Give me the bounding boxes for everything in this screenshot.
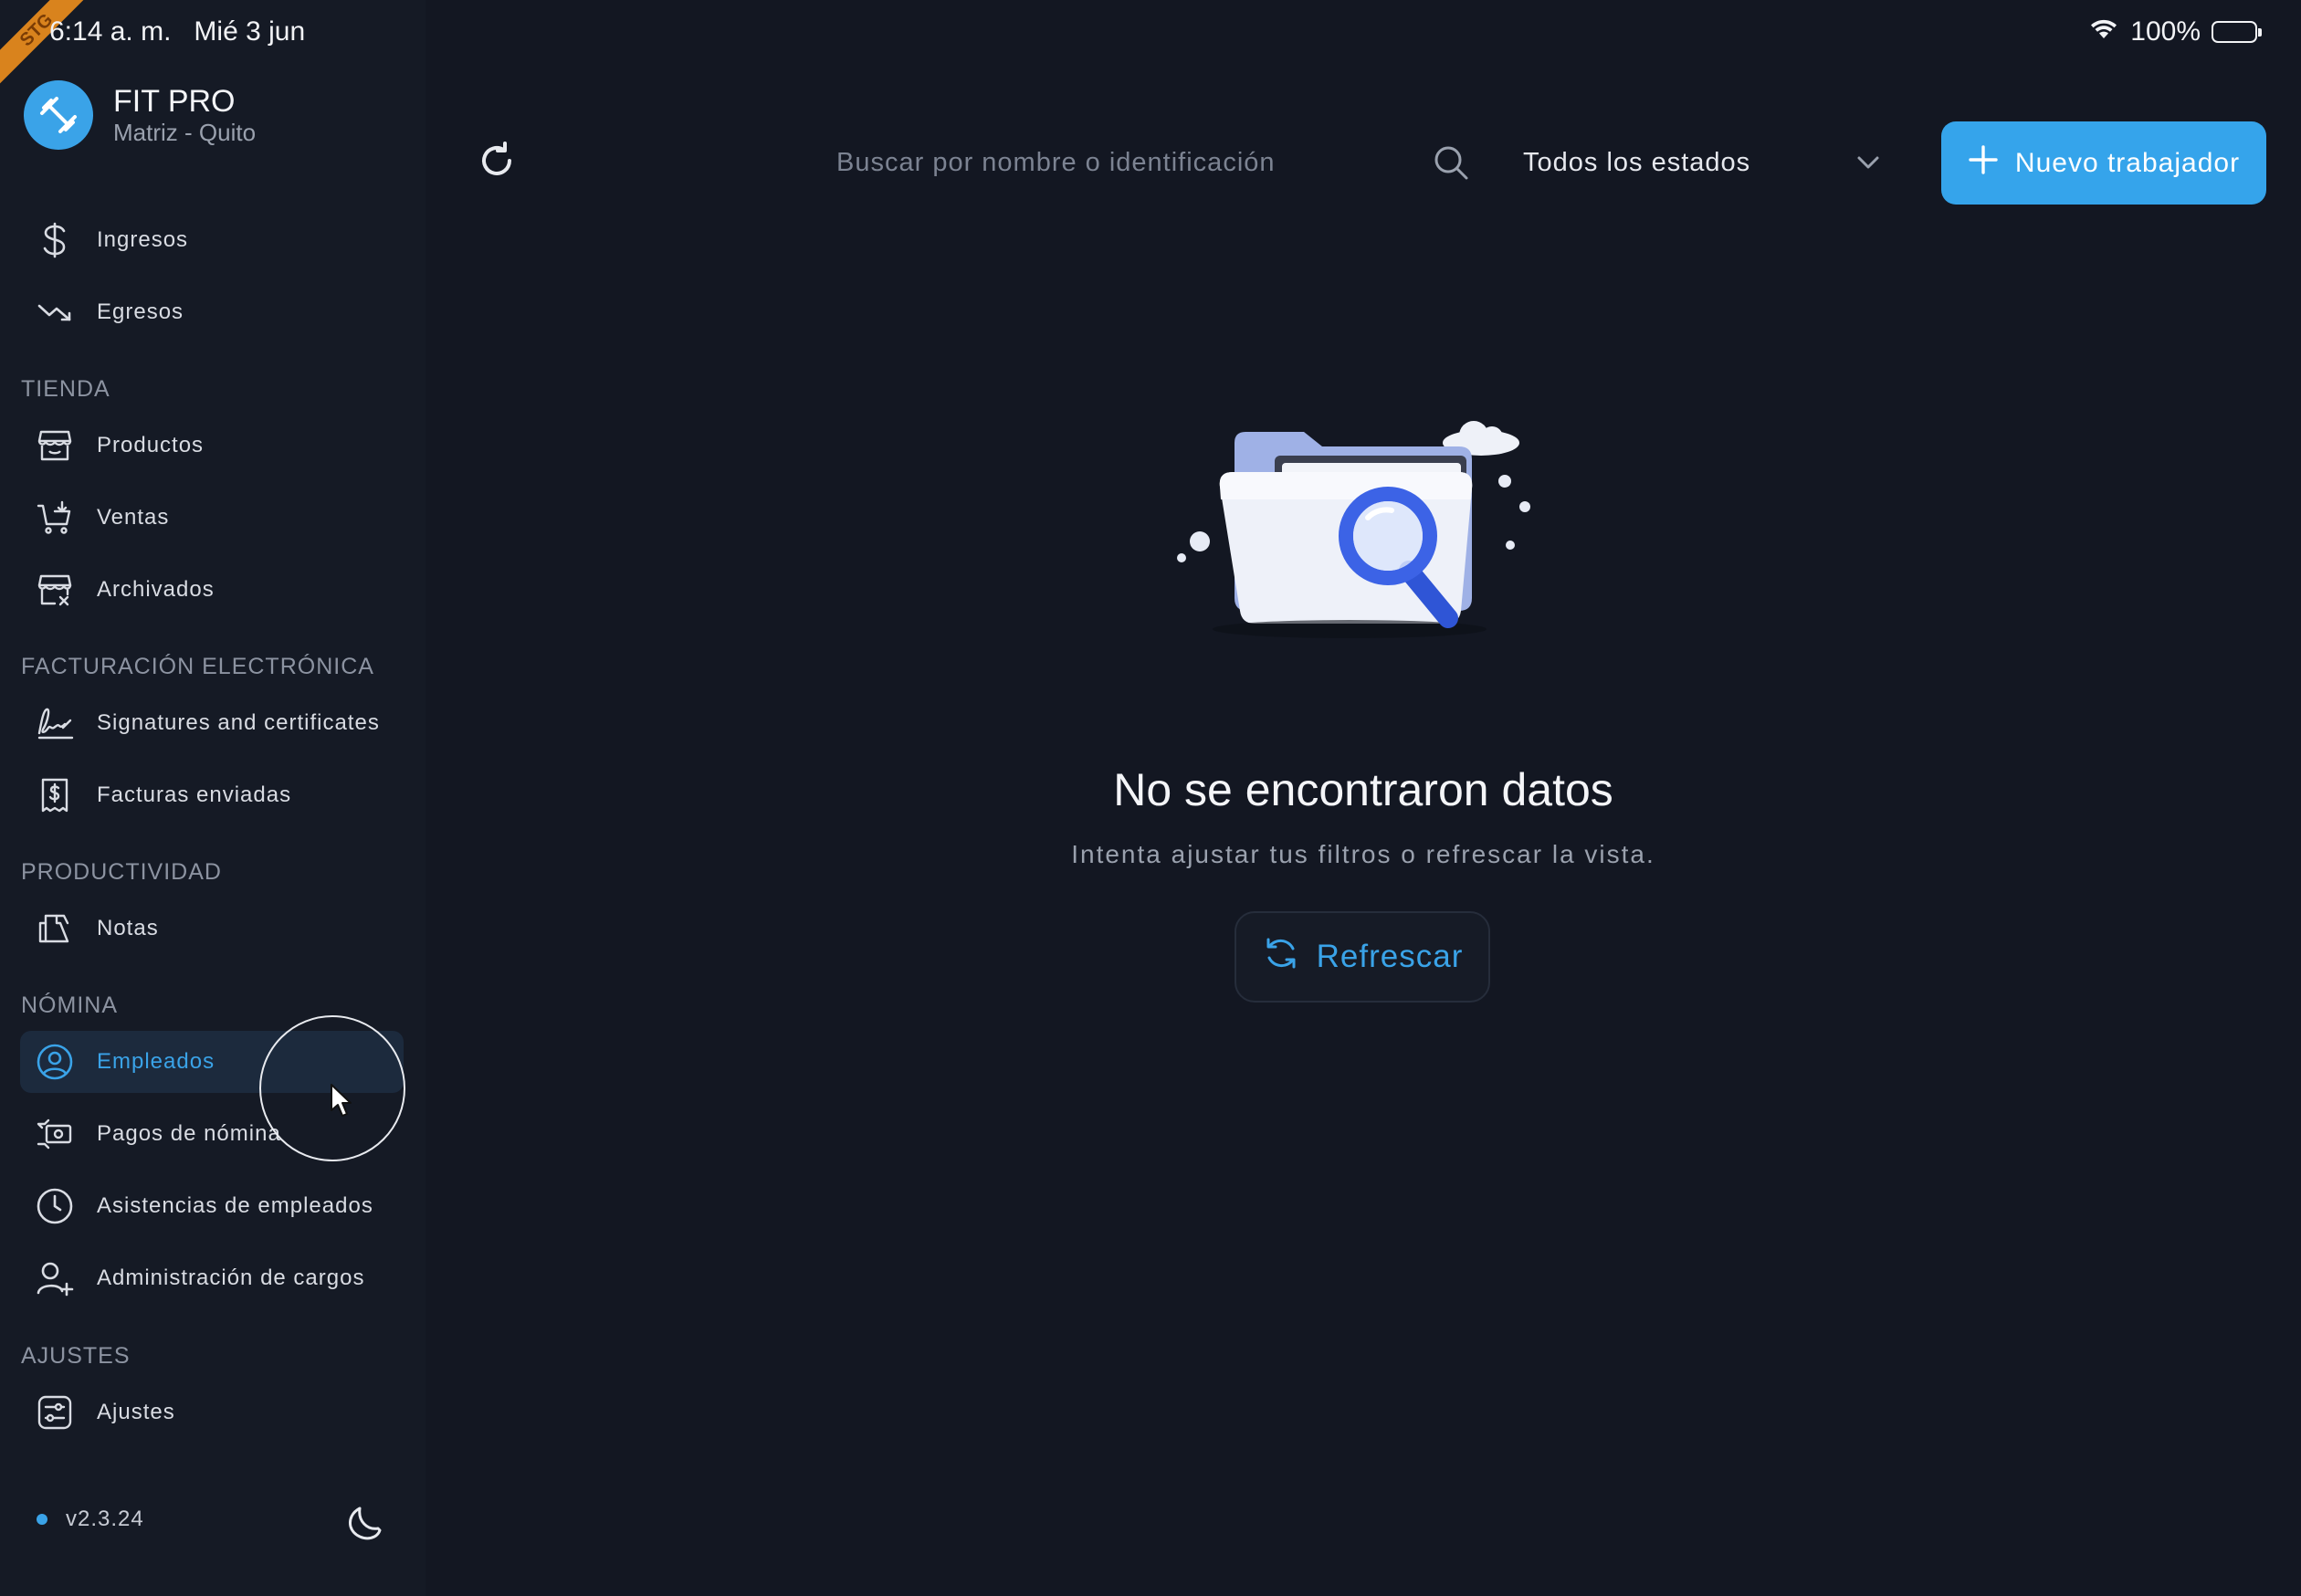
mouse-pointer-icon (329, 1083, 354, 1119)
dollar-icon (27, 213, 82, 268)
payment-icon (27, 1107, 82, 1161)
sidebar-item-label: Notas (97, 916, 159, 940)
sidebar-item-productos[interactable]: Productos (20, 415, 404, 477)
signature-icon (27, 696, 82, 751)
section-title-tienda: TIENDA (21, 376, 110, 402)
search-input[interactable] (804, 147, 1432, 178)
version-indicator: v2.3.24 (37, 1507, 144, 1532)
clock-icon (27, 1179, 82, 1234)
sidebar-item-label: Signatures and certificates (97, 710, 380, 735)
sidebar-item-ajustes[interactable]: Ajustes (20, 1381, 404, 1444)
sidebar-item-label: Pagos de nómina (97, 1121, 281, 1146)
sidebar-item-ventas[interactable]: Ventas (20, 487, 404, 549)
user-circle-icon (27, 1034, 82, 1089)
sidebar-item-ingresos[interactable]: Ingresos (20, 209, 404, 271)
brand[interactable]: FIT PRO Matriz - Quito (24, 80, 256, 150)
search-field[interactable] (804, 128, 1479, 197)
empty-folder-illustration (1167, 415, 1532, 653)
app-window: FIT PRO Matriz - Quito Ingresos Egresos (0, 0, 2301, 1596)
battery-icon (2212, 21, 2262, 43)
plus-icon (1968, 144, 1999, 183)
archived-store-icon (27, 562, 82, 617)
refresh-icon (1262, 934, 1300, 981)
section-title-productividad: PRODUCTIVIDAD (21, 859, 222, 885)
sidebar-item-label: Ventas (97, 505, 170, 530)
status-dot (37, 1514, 47, 1525)
brand-name: FIT PRO (113, 84, 236, 119)
sidebar-item-label: Empleados (97, 1049, 215, 1074)
reload-icon[interactable] (475, 139, 519, 183)
battery-percentage: 100% (2130, 16, 2201, 47)
wifi-icon (2088, 16, 2119, 47)
status-filter-value: Todos los estados (1523, 147, 1751, 177)
dumbbell-logo-icon (24, 80, 93, 150)
empty-state-subtitle: Intenta ajustar tus filtros o refrescar … (1071, 840, 1655, 868)
empty-state-title: No se encontraron datos (1113, 764, 1613, 815)
new-worker-label: Nuevo trabajador (2014, 147, 2241, 178)
sidebar-item-label: Egresos (97, 299, 184, 324)
chevron-down-icon (1855, 148, 1881, 178)
section-title-ajustes: AJUSTES (21, 1343, 131, 1369)
sidebar-item-label: Productos (97, 433, 205, 457)
refresh-button[interactable]: Refrescar (1235, 911, 1490, 1003)
sidebar-item-label: Ingresos (97, 227, 189, 252)
new-worker-button[interactable]: Nuevo trabajador (1941, 121, 2266, 205)
sidebar-item-administracion-cargos[interactable]: Administración de cargos (20, 1247, 404, 1309)
branch-name: Matriz - Quito (113, 119, 257, 146)
notes-icon (27, 901, 82, 956)
section-title-facturacion: FACTURACIÓN ELECTRÓNICA (21, 654, 374, 679)
moon-icon[interactable] (343, 1497, 391, 1545)
trending-down-icon (27, 285, 82, 340)
cart-icon (27, 490, 82, 545)
store-icon (27, 418, 82, 473)
sidebar-item-label: Administración de cargos (97, 1265, 365, 1290)
receipt-icon (27, 768, 82, 823)
status-filter-select[interactable]: Todos los estados (1501, 128, 1903, 197)
sidebar-item-asistencias[interactable]: Asistencias de empleados (20, 1175, 404, 1237)
user-plus-icon (27, 1251, 82, 1306)
sidebar-item-label: Asistencias de empleados (97, 1193, 373, 1218)
settings-sliders-icon (27, 1385, 82, 1440)
version-label: v2.3.24 (66, 1507, 144, 1531)
status-indicators: 100% (2088, 16, 2262, 47)
sidebar-item-archivados[interactable]: Archivados (20, 559, 404, 621)
sidebar-item-egresos[interactable]: Egresos (20, 281, 404, 343)
sidebar-item-notas[interactable]: Notas (20, 898, 404, 960)
sidebar-item-label: Ajustes (97, 1400, 175, 1424)
search-icon[interactable] (1432, 143, 1470, 182)
status-time: 6:14 a. m. Mié 3 jun (49, 16, 306, 47)
sidebar-item-label: Archivados (97, 577, 215, 602)
section-title-nomina: NÓMINA (21, 992, 118, 1018)
sidebar-item-signatures[interactable]: Signatures and certificates (20, 692, 404, 754)
refresh-label: Refrescar (1316, 939, 1464, 974)
